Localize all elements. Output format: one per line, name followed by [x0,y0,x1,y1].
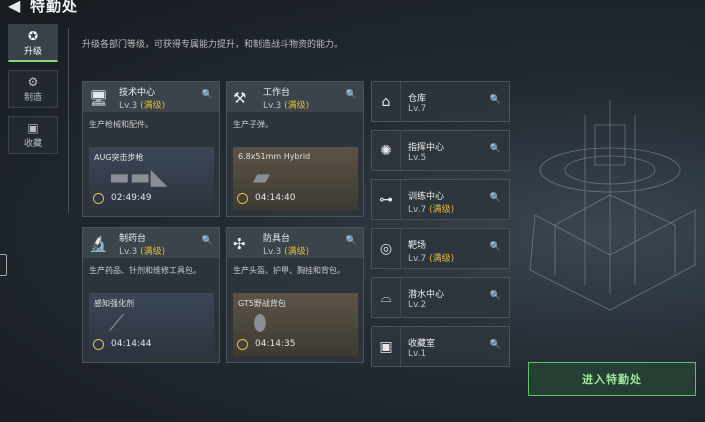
craft-timer: 04:14:44 [111,339,152,349]
card-header: 🖥 技术中心 Lv.3 (满级) 🔍 [83,82,219,112]
clock-icon [237,193,248,204]
base-structure-illustration [529,100,696,311]
search-icon[interactable]: 🔍 [490,144,501,154]
tab-craft[interactable]: ⚙ 制造 [8,70,58,108]
craft-item[interactable]: 感知强化剂 ⟋ 04:14:44 [89,293,214,356]
card-header: ⚒ 工作台 Lv.3 (满级) 🔍 [227,82,363,112]
facility-warehouse[interactable]: ⌂ 仓库 Lv.7 🔍 [371,81,510,122]
station-desc: 生产子弹。 [233,120,273,129]
dive-icon: ⌓ [372,278,401,317]
top-bar: ◀ 特勤处 [0,0,705,20]
divider [68,28,69,213]
back-arrow-icon[interactable]: ◀ [8,0,20,15]
station-card-tech[interactable]: 🖥 技术中心 Lv.3 (满级) 🔍 生产枪械和配件。 AUG突击步枪 ▬▬◣ … [82,81,220,217]
search-icon[interactable]: 🔍 [202,236,213,246]
station-level: Lv.3 (满级) [263,247,310,257]
enter-special-ops-button[interactable]: 进入特勤处 [528,362,696,396]
tab-label: 升级 [23,46,42,57]
item-name: GT5野战背包 [238,299,286,308]
station-name: 技术中心 [119,88,156,98]
search-icon[interactable]: 🔍 [490,193,501,203]
craft-item[interactable]: 6.8x51mm Hybrid ▰ 04:14:40 [233,147,358,210]
command-icon: ✺ [372,131,401,170]
tab-upgrade[interactable]: ✪ 升级 [8,24,58,62]
clock-icon [237,339,248,350]
armor-icon: ✣ [233,235,246,253]
facility-name: 仓库 [408,94,427,104]
page-title: 特勤处 [30,0,79,15]
tab-label: 收藏 [23,139,42,149]
card-header: ✣ 防具台 Lv.3 (满级) 🔍 [227,228,363,258]
craft-item[interactable]: AUG突击步枪 ▬▬◣ 02:49:49 [89,147,214,210]
station-level: Lv.3 (满级) [119,247,166,257]
station-card-pharmacy[interactable]: 🔬 制药台 Lv.3 (满级) 🔍 生产药品、针剂和维修工具包。 感知强化剂 ⟋… [82,227,220,363]
collection-icon: ▣ [372,327,401,366]
station-level: Lv.3 (满级) [119,101,166,111]
craft-timer: 02:49:49 [111,193,152,203]
facility-dive[interactable]: ⌓ 潜水中心 Lv.2 🔍 [371,277,510,318]
station-name: 工作台 [263,88,291,98]
dumbbell-icon: ⊶ [372,180,401,219]
facility-level: Lv.7 [408,104,427,114]
upgrade-icon: ✪ [27,28,39,43]
backpack-icon: ⬮ [253,311,267,336]
item-name: 6.8x51mm Hybrid [238,152,311,161]
side-handle-icon[interactable] [0,254,7,276]
facility-level: Lv.2 [408,300,427,310]
tab-label: 制造 [23,93,42,103]
facility-level: Lv.7 (满级) [408,254,455,264]
clock-icon [93,193,104,204]
rifle-icon: ▬▬◣ [109,165,168,190]
facility-collection[interactable]: ▣ 收藏室 Lv.1 🔍 [371,326,510,367]
station-desc: 生产药品、针剂和维修工具包。 [89,266,201,275]
warehouse-icon: ⌂ [372,82,401,121]
collection-icon: ▣ [27,121,39,135]
facility-name: 靶场 [408,241,427,251]
station-card-workbench[interactable]: ⚒ 工作台 Lv.3 (满级) 🔍 生产子弹。 6.8x51mm Hybrid … [226,81,364,217]
station-name: 制药台 [119,234,147,244]
target-icon: ◎ [372,229,401,268]
facility-name: 训练中心 [408,192,445,202]
facility-range[interactable]: ◎ 靶场 Lv.7 (满级) 🔍 [371,228,510,269]
item-name: 感知强化剂 [94,299,134,308]
search-icon[interactable]: 🔍 [202,90,213,100]
facility-level: Lv.7 (满级) [408,205,455,215]
facility-level: Lv.5 [408,153,427,163]
station-desc: 生产头盔、护甲、胸挂和背包。 [233,266,345,275]
page-description: 升级各部门等级，可获得专属能力提升，和制造战斗物资的能力。 [82,40,344,50]
monitor-icon: 🖥 [89,89,109,107]
station-name: 防具台 [263,234,291,244]
search-icon[interactable]: 🔍 [490,340,501,350]
facility-name: 收藏室 [408,339,436,349]
tools-icon: ⚒ [233,89,247,107]
station-level: Lv.3 (满级) [263,101,310,111]
card-header: 🔬 制药台 Lv.3 (满级) 🔍 [83,228,219,258]
facility-name: 潜水中心 [408,290,445,300]
gear-icon: ⚙ [27,75,39,89]
station-desc: 生产枪械和配件。 [89,120,153,129]
craft-timer: 04:14:40 [255,193,296,203]
facility-training[interactable]: ⊶ 训练中心 Lv.7 (满级) 🔍 [371,179,510,220]
search-icon[interactable]: 🔍 [490,291,501,301]
search-icon[interactable]: 🔍 [490,242,501,252]
microscope-icon: 🔬 [89,235,108,253]
facility-level: Lv.1 [408,349,427,359]
tab-collection[interactable]: ▣ 收藏 [8,116,58,154]
clock-icon [93,339,104,350]
search-icon[interactable]: 🔍 [490,95,501,105]
sidebar: ✪ 升级 ⚙ 制造 ▣ 收藏 [8,24,60,162]
facility-name: 指挥中心 [408,143,445,153]
craft-item[interactable]: GT5野战背包 ⬮ 04:14:35 [233,293,358,356]
craft-timer: 04:14:35 [255,339,296,349]
facility-command[interactable]: ✺ 指挥中心 Lv.5 🔍 [371,130,510,171]
ammo-box-icon: ▰ [253,165,270,190]
search-icon[interactable]: 🔍 [346,236,357,246]
station-card-armor[interactable]: ✣ 防具台 Lv.3 (满级) 🔍 生产头盔、护甲、胸挂和背包。 GT5野战背包… [226,227,364,363]
syringe-icon: ⟋ [109,311,125,336]
item-name: AUG突击步枪 [94,153,144,162]
search-icon[interactable]: 🔍 [346,90,357,100]
